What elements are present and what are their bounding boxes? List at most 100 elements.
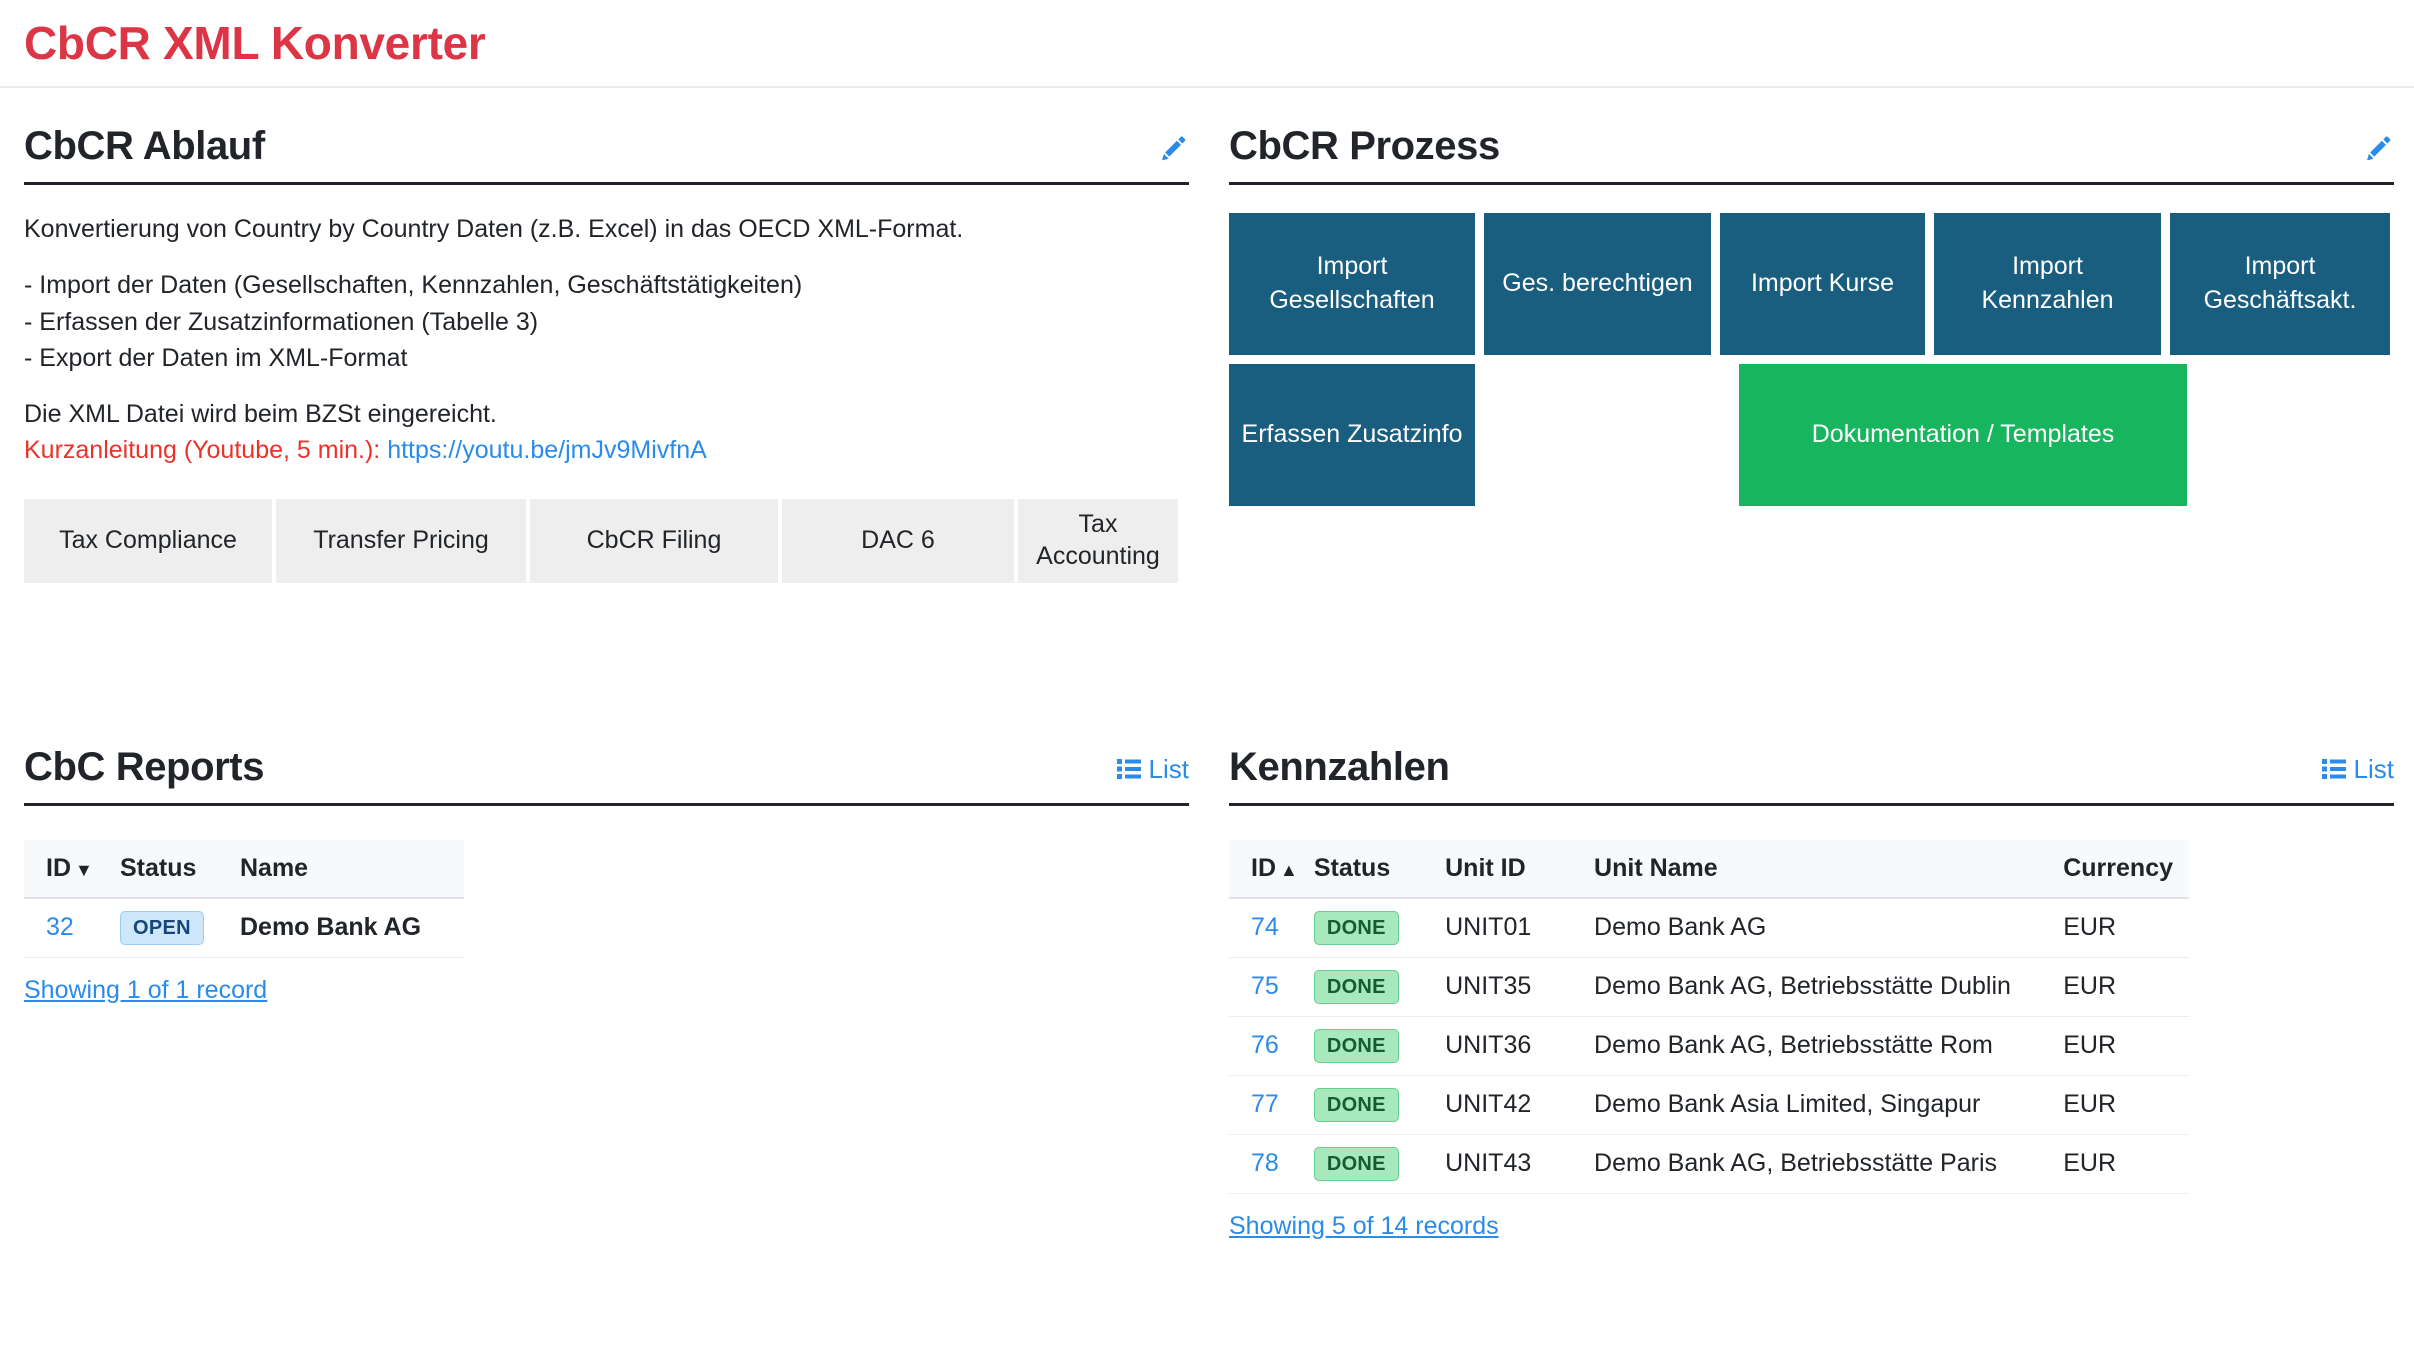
col-header-unit-name[interactable]: Unit Name (1594, 839, 2064, 899)
cbc-reports-table-wrap: ID ▼ Status Name 32 OPEN Demo Bank AG Sho… (24, 839, 1189, 1005)
reports-showing-footer[interactable]: Showing 1 of 1 record (24, 976, 267, 1005)
ablauf-step-2: - Erfassen der Zusatzinformationen (Tabe… (24, 307, 539, 336)
cell-unit-name: Demo Bank AG, Betriebsstätte Dublin (1594, 957, 2064, 1017)
prozess-tile-row-2: Erfassen Zusatzinfo Dokumentation / Temp… (1229, 364, 2394, 506)
col-header-status[interactable]: Status (1313, 839, 1446, 899)
report-id-link[interactable]: 32 (46, 913, 74, 941)
app-header: CbCR XML Konverter (0, 0, 2414, 88)
table-row[interactable]: 78 DONE UNIT43 Demo Bank AG, Betriebsstä… (1229, 1134, 2189, 1194)
col-header-id[interactable]: ID ▼ (24, 839, 120, 899)
list-icon (1116, 758, 1141, 780)
tag-cbcr-filing[interactable]: CbCR Filing (530, 498, 778, 583)
table-header-row: ID ▲ Status Unit ID Unit Name Currency (1229, 839, 2189, 899)
status-badge: DONE (1313, 969, 1399, 1004)
cell-status: DONE (1313, 1016, 1446, 1076)
cbcr-prozess-panel: CbCR Prozess Import Gesellschaften Ges. … (1229, 88, 2394, 583)
tag-tax-compliance[interactable]: Tax Compliance (24, 498, 272, 583)
sort-asc-icon: ▲ (1280, 859, 1298, 880)
ablauf-intro: Konvertierung von Country by Country Dat… (24, 215, 964, 243)
col-header-unit-id[interactable]: Unit ID (1445, 839, 1595, 899)
kennzahlen-title: Kennzahlen (1229, 744, 1450, 789)
status-badge: DONE (1313, 1087, 1399, 1122)
pencil-icon[interactable] (1159, 134, 1189, 164)
kennzahlen-table: ID ▲ Status Unit ID Unit Name Currency 74… (1229, 839, 2189, 1194)
tile-dokumentation-templates[interactable]: Dokumentation / Templates (1739, 364, 2187, 506)
tag-tax-accounting[interactable]: Tax Accounting (1018, 498, 1178, 583)
ablauf-tag-row: Tax Compliance Transfer Pricing CbCR Fil… (24, 498, 1189, 583)
cbcr-ablauf-actions (1159, 134, 1189, 168)
cell-unit-id: UNIT36 (1445, 1016, 1595, 1076)
pencil-icon[interactable] (2364, 134, 2394, 164)
col-header-name[interactable]: Name (240, 839, 464, 899)
kennzahl-id-link[interactable]: 77 (1251, 1090, 1279, 1118)
cell-currency: EUR (2063, 1075, 2189, 1135)
cell-currency: EUR (2063, 897, 2189, 958)
cell-unit-name: Demo Bank Asia Limited, Singapur (1594, 1075, 2064, 1135)
kennzahlen-tbody: 74 DONE UNIT01 Demo Bank AG EUR 75 DONE … (1229, 897, 2189, 1194)
reports-list-link[interactable]: List (1116, 753, 1189, 785)
cell-id: 32 (24, 897, 120, 958)
cell-status: DONE (1313, 897, 1446, 958)
cbc-reports-thead: ID ▼ Status Name (24, 839, 464, 899)
table-header-row: ID ▼ Status Name (24, 839, 464, 899)
tile-import-kennzahlen[interactable]: Import Kennzahlen (1934, 213, 2161, 355)
status-badge: OPEN (120, 910, 204, 945)
prozess-tiles: Import Gesellschaften Ges. berechtigen I… (1229, 213, 2394, 506)
tile-import-kurse[interactable]: Import Kurse (1720, 213, 1925, 355)
sort-desc-icon: ▼ (75, 859, 93, 880)
tag-dac-6[interactable]: DAC 6 (782, 498, 1014, 583)
reports-list-label: List (1148, 753, 1189, 784)
kennzahlen-table-wrap: ID ▲ Status Unit ID Unit Name Currency 74… (1229, 839, 2394, 1241)
kennzahlen-list-label: List (2353, 753, 2394, 784)
kennzahlen-panel: Kennzahlen List ID ▲ Status Unit ID Unit… (1229, 709, 2394, 1241)
kennzahl-id-link[interactable]: 76 (1251, 1031, 1279, 1059)
cell-unit-id: UNIT01 (1445, 897, 1595, 958)
ablauf-submit-block: Die XML Datei wird beim BZSt eingereicht… (24, 396, 1189, 469)
table-row[interactable]: 32 OPEN Demo Bank AG (24, 897, 464, 958)
cbcr-ablauf-panel: CbCR Ablauf Konvertierung von Country by… (24, 88, 1189, 583)
kennzahl-id-link[interactable]: 78 (1251, 1149, 1279, 1177)
cell-name: Demo Bank AG (240, 897, 464, 958)
cell-status: DONE (1313, 957, 1446, 1017)
col-header-id[interactable]: ID ▲ (1229, 839, 1314, 899)
cell-id: 75 (1229, 957, 1314, 1017)
tile-import-geschaeftsakt[interactable]: Import Geschäftsakt. (2170, 213, 2390, 355)
cell-currency: EUR (2063, 1016, 2189, 1076)
kennzahl-id-link[interactable]: 74 (1251, 913, 1279, 941)
ablauf-submit-note: Die XML Datei wird beim BZSt eingereicht… (24, 400, 497, 428)
cell-id: 77 (1229, 1075, 1314, 1135)
app-title: CbCR XML Konverter (24, 17, 486, 69)
table-row[interactable]: 75 DONE UNIT35 Demo Bank AG, Betriebsstä… (1229, 957, 2189, 1017)
top-row: CbCR Ablauf Konvertierung von Country by… (24, 88, 2394, 583)
tile-erfassen-zusatzinfo[interactable]: Erfassen Zusatzinfo (1229, 364, 1475, 506)
cbc-reports-actions: List (1116, 753, 1189, 789)
table-row[interactable]: 76 DONE UNIT36 Demo Bank AG, Betriebsstä… (1229, 1016, 2189, 1076)
table-row[interactable]: 74 DONE UNIT01 Demo Bank AG EUR (1229, 897, 2189, 958)
tile-import-gesellschaften[interactable]: Import Gesellschaften (1229, 213, 1475, 355)
ablauf-step-1: - Import der Daten (Gesellschaften, Kenn… (24, 271, 803, 300)
col-header-currency[interactable]: Currency (2063, 839, 2189, 899)
list-icon (2321, 758, 2346, 780)
cell-status: OPEN (120, 897, 240, 958)
col-header-status[interactable]: Status (120, 839, 240, 899)
cbc-reports-title: CbC Reports (24, 744, 265, 789)
kennzahlen-list-link[interactable]: List (2321, 753, 2394, 785)
status-badge: DONE (1313, 910, 1399, 945)
kennzahl-id-link[interactable]: 75 (1251, 972, 1279, 1000)
kennzahlen-showing-footer[interactable]: Showing 5 of 14 records (1229, 1212, 1499, 1241)
cbc-reports-tbody: 32 OPEN Demo Bank AG (24, 897, 464, 958)
cell-unit-name: Demo Bank AG (1594, 897, 2064, 958)
tile-spacer (1484, 364, 1730, 506)
status-badge: DONE (1313, 1028, 1399, 1063)
kennzahlen-thead: ID ▲ Status Unit ID Unit Name Currency (1229, 839, 2189, 899)
cell-unit-name: Demo Bank AG, Betriebsstätte Rom (1594, 1016, 2064, 1076)
guide-link[interactable]: https://youtu.be/jmJv9MivfnA (387, 436, 707, 464)
cbcr-ablauf-header: CbCR Ablauf (24, 124, 1189, 185)
tag-transfer-pricing[interactable]: Transfer Pricing (276, 498, 526, 583)
table-row[interactable]: 77 DONE UNIT42 Demo Bank Asia Limited, S… (1229, 1075, 2189, 1135)
cell-status: DONE (1313, 1075, 1446, 1135)
cell-unit-name: Demo Bank AG, Betriebsstätte Paris (1594, 1134, 2064, 1194)
cbc-reports-header: CbC Reports List (24, 745, 1189, 806)
tile-ges-berechtigen[interactable]: Ges. berechtigen (1484, 213, 1711, 355)
status-badge: DONE (1313, 1146, 1399, 1181)
